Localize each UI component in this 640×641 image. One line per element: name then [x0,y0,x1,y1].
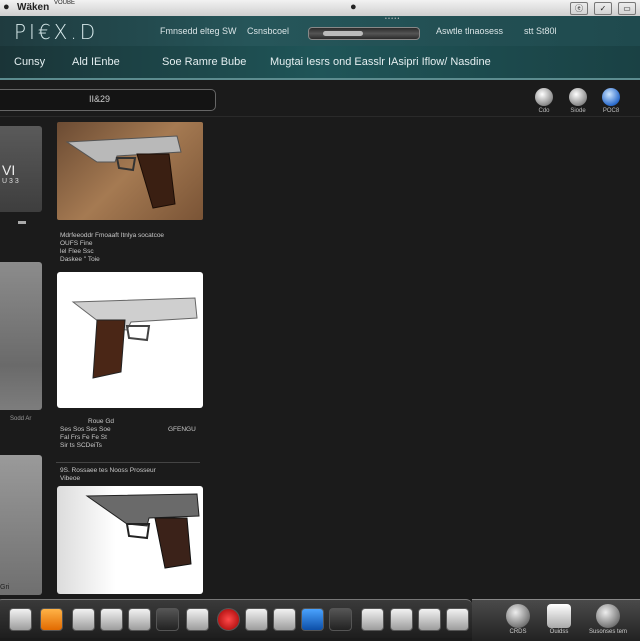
header-link-1[interactable]: Fmnsedd elteg SW [160,26,237,36]
product-3-line-1: 9S. Rossaee tes Nooss Prosseur [60,467,156,474]
product-2-caption-right: GFENGU [168,426,196,433]
search-slider[interactable] [308,27,420,40]
address-field[interactable]: II&29 [0,89,216,111]
slider-dots: • • • • • [385,16,400,22]
product-1-line-4: Daskee " Toie [60,256,100,263]
pistol-image-2 [71,297,198,379]
rotate-icon [596,604,620,628]
pistol-image-1 [65,135,182,209]
barcode-icon[interactable] [156,608,179,631]
xcode-icon[interactable] [301,608,324,631]
apple-logo-icon: ● [350,1,357,13]
disk-icon[interactable] [245,608,268,631]
tray-sphere-label: CRDS [509,629,527,635]
left-card-2-caption: Sodd Ar [10,416,32,422]
share-icon [569,88,587,106]
product-2-line-3: Sir ts SCDeiTs [60,442,102,449]
card-icon [547,604,571,628]
divider [0,116,640,117]
itunes-icon[interactable] [273,608,296,631]
toolbar-download-label: Cdo [538,108,550,114]
nav-bar: Cunsy Ald IEnbe Soe Ramre Bube Mugtai Ie… [0,46,640,80]
product-1-line-3: lel Flee Ssc [60,248,94,255]
globe-icon [602,88,620,106]
menubar-tray: ⓔ ✓ ▭ [570,2,636,15]
toolbar-share-label: Siode [570,108,586,114]
nav-tab-3[interactable]: Soe Ramre Bube [162,56,246,68]
toolbar-globe-label: POC8 [602,108,620,114]
toolbar-globe[interactable]: POC8 [599,88,623,114]
toolbar-download[interactable]: Cdo [532,88,556,114]
app-subtitle: VOUBE [54,0,76,6]
finder-icon[interactable] [9,608,32,631]
address-value: II&29 [89,94,111,104]
nav-tab-4[interactable]: Mugtai Iesrs ond Easslr IAsipri Iflow/ N… [270,56,491,68]
product-1-line-1: Mdrfeeoddr Fmoaaft Itnlya socatcoe [60,232,165,239]
download-icon [535,88,553,106]
pistol-image-3 [85,493,200,569]
left-card-3[interactable]: Gri [0,455,42,595]
product-image-1[interactable] [57,122,203,220]
product-2-line-1: Ses Sos Ses Soe [60,426,111,433]
terminal-icon[interactable] [186,608,209,631]
menu-bar: ● Wäken VOUBE ● ⓔ ✓ ▭ [0,0,640,16]
product-2-caption-top: Roue Gd [88,418,115,425]
dock [0,599,472,638]
pen-icon[interactable] [390,608,413,631]
left-card-1-title: VI [2,162,16,178]
sphere-icon [506,604,530,628]
product-1-caption: Mdrfeeoddr Fmoaaft Itnlya socatcoe OUFS … [60,232,164,264]
safari-icon[interactable] [72,608,95,631]
header-link-2[interactable]: Csnsbcoel [247,26,289,36]
app-menu-name[interactable]: Wäken [17,2,49,13]
tray-item-1[interactable]: ⓔ [570,2,588,15]
header-link-3[interactable]: Aswtle tlnaosess [436,26,503,36]
left-card-indicator [18,221,26,224]
chart-icon[interactable] [329,608,352,631]
product-image-3[interactable] [57,486,203,594]
file-icon[interactable] [446,608,469,631]
left-card-1[interactable]: VI U 3 3 [0,126,42,212]
product-2-caption: Ses Sos Ses Soe Fal Frs Fe Fe St Sir ts … [60,426,111,450]
notes-icon[interactable] [40,608,63,631]
left-card-1-sub: U 3 3 [2,178,19,185]
separator [56,462,200,463]
apple-menu-icon[interactable]: ● [3,1,10,13]
slider-knob[interactable] [323,31,363,36]
site-header: PI€X.D Fmnsedd elteg SW Csnsbcoel • • • … [0,16,640,46]
toolbar-share[interactable]: Siode [566,88,590,114]
product-3-line-2: Vibeoe [60,475,81,482]
tray-card-label: Ouidss [549,629,569,635]
product-2-line-2: Fal Frs Fe Fe St [60,434,107,441]
edit-icon[interactable] [418,608,441,631]
site-logo[interactable]: PI€X.D [14,20,98,44]
photos-icon[interactable] [100,608,123,631]
product-1-line-2: OUFS Fine [60,240,93,247]
left-card-3-caption: Gri [0,584,10,591]
tray-item-rotate[interactable]: Susonses tem [580,604,636,635]
tray-item-sphere[interactable]: CRDS [494,604,542,635]
tray-item-card[interactable]: Ouidss [544,604,574,635]
nav-tab-2[interactable]: Ald IEnbe [72,56,120,68]
system-tray: CRDS Ouidss Susonses tem [472,599,640,641]
product-3-caption: 9S. Rossaee tes Nooss Prosseur Vibeoe [60,467,156,483]
nav-tab-1[interactable]: Cunsy [14,56,45,68]
header-link-4[interactable]: stt St80l [524,26,557,36]
left-card-2[interactable] [0,262,42,410]
window-icon[interactable] [361,608,384,631]
camera-icon[interactable] [128,608,151,631]
rose-icon[interactable] [217,608,240,631]
product-image-2[interactable] [57,272,203,408]
tray-item-2[interactable]: ✓ [594,2,612,15]
tray-rotate-label: Susonses tem [588,629,628,635]
tray-item-3[interactable]: ▭ [618,2,636,15]
